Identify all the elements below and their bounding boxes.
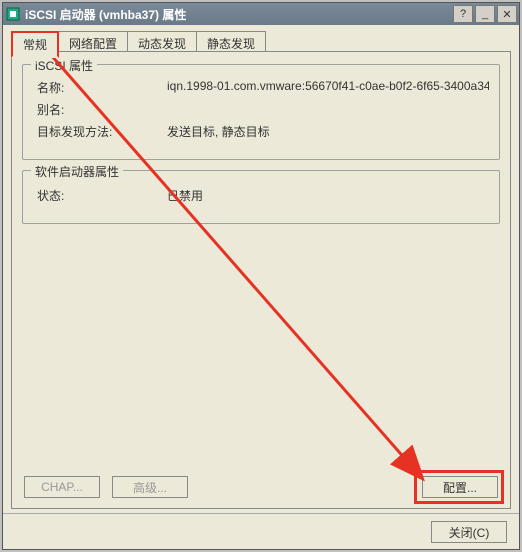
content-area: 常规 网络配置 动态发现 静态发现 iSCSI 属性 名称: iqn.1998-…: [3, 25, 519, 549]
titlebar[interactable]: iSCSI 启动器 (vmhba37) 属性 ? _ ✕: [3, 3, 519, 25]
group-software-legend: 软件启动器属性: [31, 163, 123, 180]
tab-general[interactable]: 常规: [11, 31, 59, 58]
tab-general-label: 常规: [23, 38, 47, 52]
configure-button-label: 配置...: [443, 479, 477, 496]
chap-button-label: CHAP...: [41, 480, 83, 494]
close-button[interactable]: 关闭(C): [431, 521, 507, 543]
status-label: 状态:: [37, 187, 167, 205]
group-software-initiator: 软件启动器属性 状态: 已禁用: [22, 170, 500, 224]
discovery-value: 发送目标, 静态目标: [167, 123, 489, 141]
close-window-button[interactable]: ✕: [497, 5, 517, 23]
tab-network-label: 网络配置: [69, 37, 117, 51]
advanced-button-label: 高级...: [133, 479, 167, 496]
close-button-label: 关闭(C): [449, 524, 490, 541]
name-label: 名称:: [37, 79, 167, 97]
tab-dynamic-label: 动态发现: [138, 37, 186, 51]
dialog-window: iSCSI 启动器 (vmhba37) 属性 ? _ ✕ 常规 网络配置 动态发…: [2, 2, 520, 550]
chap-button[interactable]: CHAP...: [24, 476, 100, 498]
alias-label: 别名:: [37, 101, 167, 119]
window-title: iSCSI 启动器 (vmhba37) 属性: [25, 6, 453, 23]
discovery-label: 目标发现方法:: [37, 123, 167, 141]
alias-value: [167, 101, 489, 119]
advanced-button[interactable]: 高级...: [112, 476, 188, 498]
group-iscsi-properties: iSCSI 属性 名称: iqn.1998-01.com.vmware:5667…: [22, 64, 500, 160]
help-button[interactable]: ?: [453, 5, 473, 23]
bottom-bar: 关闭(C): [3, 513, 519, 549]
status-value: 已禁用: [167, 187, 489, 205]
configure-button[interactable]: 配置...: [422, 476, 498, 498]
app-icon: [5, 6, 21, 22]
minimize-button[interactable]: _: [475, 5, 495, 23]
window-controls: ? _ ✕: [453, 5, 517, 23]
name-value: iqn.1998-01.com.vmware:56670f41-c0ae-b0f…: [167, 79, 489, 97]
group-iscsi-legend: iSCSI 属性: [31, 57, 97, 74]
tab-static-label: 静态发现: [207, 37, 255, 51]
tab-panel: iSCSI 属性 名称: iqn.1998-01.com.vmware:5667…: [11, 51, 511, 509]
